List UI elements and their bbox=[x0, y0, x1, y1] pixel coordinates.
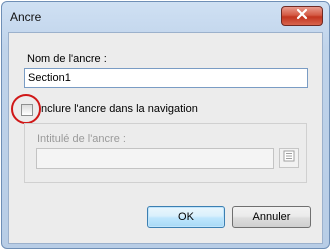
anchor-title-label: Intitulé de l'ancre : bbox=[37, 133, 126, 145]
anchor-title-picker-button[interactable] bbox=[279, 148, 299, 168]
close-button[interactable] bbox=[281, 6, 323, 26]
anchor-name-label: Nom de l'ancre : bbox=[27, 53, 107, 65]
annotation-circle bbox=[11, 94, 41, 124]
window-title: Ancre bbox=[10, 10, 42, 24]
cancel-button[interactable]: Annuler bbox=[232, 206, 311, 228]
anchor-name-input[interactable]: Section1 bbox=[24, 68, 308, 88]
close-icon bbox=[296, 7, 308, 25]
anchor-title-input[interactable] bbox=[36, 148, 274, 169]
list-icon bbox=[283, 149, 295, 167]
include-navigation-label[interactable]: Inclure l'ancre dans la navigation bbox=[38, 103, 198, 115]
ok-button[interactable]: OK bbox=[147, 206, 225, 228]
